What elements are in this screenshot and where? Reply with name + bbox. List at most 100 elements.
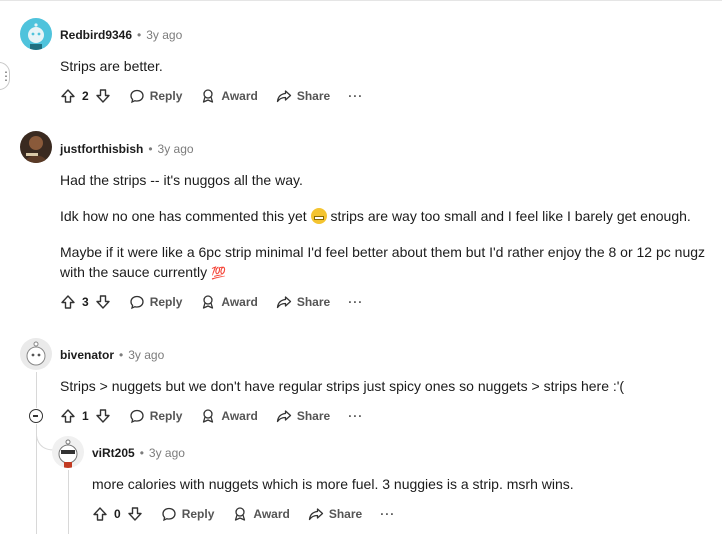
grimacing-emoji-icon: [310, 208, 327, 224]
reply-button[interactable]: Reply: [129, 408, 183, 424]
reply-label: Reply: [149, 295, 183, 309]
vote-controls: 2: [60, 88, 111, 104]
snoo-avatar-icon: [28, 23, 44, 50]
comment-paragraph: Maybe if it were like a 6pc strip minima…: [60, 242, 710, 282]
upvote-icon[interactable]: [60, 88, 76, 104]
snoo-avatar-icon: [26, 341, 46, 366]
thread-line: [36, 372, 37, 408]
share-button[interactable]: Share: [276, 294, 330, 310]
upvote-icon[interactable]: [60, 294, 76, 310]
collapse-thread-button[interactable]: [29, 409, 43, 423]
share-icon: [308, 508, 323, 521]
comment-paragraph: Strips are better.: [60, 58, 163, 74]
vote-count: 3: [82, 295, 89, 309]
author-name[interactable]: viRt205: [92, 446, 135, 460]
more-options-button[interactable]: ···: [348, 409, 363, 423]
award-label: Award: [253, 507, 290, 521]
award-label: Award: [221, 89, 258, 103]
reply-label: Reply: [181, 507, 215, 521]
vote-controls: 0: [92, 506, 143, 522]
comment-text: Maybe if it were like a 6pc strip minima…: [60, 244, 706, 280]
share-button[interactable]: Share: [276, 88, 330, 104]
avatar[interactable]: [20, 131, 52, 163]
comment-body: Strips are better.: [60, 56, 163, 76]
timestamp[interactable]: 3y ago: [158, 142, 194, 156]
comment-paragraph: more calories with nuggets which is more…: [92, 476, 574, 492]
award-icon: [203, 409, 214, 423]
reply-icon: [130, 295, 144, 310]
share-button[interactable]: Share: [308, 506, 362, 522]
award-button[interactable]: Award: [200, 88, 258, 104]
comment-body: more calories with nuggets which is more…: [92, 474, 712, 494]
downvote-icon[interactable]: [95, 408, 111, 424]
timestamp[interactable]: 3y ago: [146, 28, 182, 42]
author-name[interactable]: justforthisbish: [60, 142, 143, 156]
timestamp[interactable]: 3y ago: [149, 446, 185, 460]
reply-button[interactable]: Reply: [161, 506, 215, 522]
reply-button[interactable]: Reply: [129, 294, 183, 310]
author-name[interactable]: bivenator: [60, 348, 114, 362]
comment-actions: 1 Reply Award Share ···: [60, 408, 363, 424]
separator-dot: •: [139, 446, 144, 460]
vote-count: 1: [82, 409, 89, 423]
sidebar-toggle-button[interactable]: ⋮: [0, 62, 12, 90]
vote-count: 0: [114, 507, 121, 521]
share-button[interactable]: Share: [276, 408, 330, 424]
comment-body: Had the strips -- it's nuggos all the wa…: [60, 170, 710, 282]
award-icon: [235, 507, 246, 521]
separator-dot: •: [148, 142, 153, 156]
more-options-button[interactable]: ···: [380, 507, 395, 521]
reply-button[interactable]: Reply: [129, 88, 183, 104]
thread-line: [68, 470, 69, 534]
share-icon: [276, 296, 291, 309]
upvote-icon[interactable]: [60, 408, 76, 424]
comment-text: strips are way too small and I feel like…: [330, 208, 691, 224]
more-vertical-icon: ⋮: [0, 69, 12, 83]
downvote-icon[interactable]: [127, 506, 143, 522]
upvote-icon[interactable]: [92, 506, 108, 522]
downvote-icon[interactable]: [95, 88, 111, 104]
more-options-button[interactable]: ···: [348, 89, 363, 103]
comment-paragraph: Strips > nuggets but we don't have regul…: [60, 378, 625, 394]
award-button[interactable]: Award: [232, 506, 290, 522]
profile-photo-avatar: [25, 136, 47, 163]
share-label: Share: [296, 409, 331, 423]
reply-label: Reply: [149, 409, 183, 423]
reply-icon: [130, 409, 144, 424]
award-button[interactable]: Award: [200, 408, 258, 424]
comment-actions: 3 Reply Award Share ···: [60, 294, 363, 310]
avatar[interactable]: [52, 436, 84, 468]
award-button[interactable]: Award: [200, 294, 258, 310]
more-options-button[interactable]: ···: [348, 295, 363, 309]
vote-controls: 1: [60, 408, 111, 424]
timestamp[interactable]: 3y ago: [128, 348, 164, 362]
comment-paragraph: Had the strips -- it's nuggos all the wa…: [60, 172, 303, 188]
reply-icon: [130, 89, 144, 104]
comment-body: Strips > nuggets but we don't have regul…: [60, 376, 710, 396]
reply-icon: [162, 507, 176, 522]
top-divider: [0, 0, 722, 1]
author-name[interactable]: Redbird9346: [60, 28, 132, 42]
separator-dot: •: [119, 348, 124, 362]
hundred-points-emoji-icon: 💯: [210, 266, 226, 280]
snoo-avatar-icon: [58, 439, 78, 468]
comment-actions: 0 Reply Award Share ···: [92, 506, 395, 522]
comment-meta: Redbird9346 • 3y ago: [60, 28, 182, 42]
share-icon: [276, 90, 291, 103]
comment-meta: viRt205 • 3y ago: [92, 446, 185, 460]
avatar[interactable]: [20, 338, 52, 370]
award-label: Award: [221, 409, 258, 423]
avatar[interactable]: [20, 18, 52, 50]
comment-paragraph: Idk how no one has commented this yet st…: [60, 206, 710, 226]
downvote-icon[interactable]: [95, 294, 111, 310]
award-label: Award: [221, 295, 258, 309]
separator-dot: •: [137, 28, 142, 42]
share-label: Share: [296, 89, 331, 103]
comment-meta: justforthisbish • 3y ago: [60, 142, 194, 156]
award-icon: [203, 295, 214, 309]
vote-count: 2: [82, 89, 89, 103]
reply-label: Reply: [149, 89, 183, 103]
share-icon: [276, 410, 291, 423]
comment-actions: 2 Reply Award Share ···: [60, 88, 363, 104]
comment-text: Idk how no one has commented this yet: [60, 208, 307, 224]
